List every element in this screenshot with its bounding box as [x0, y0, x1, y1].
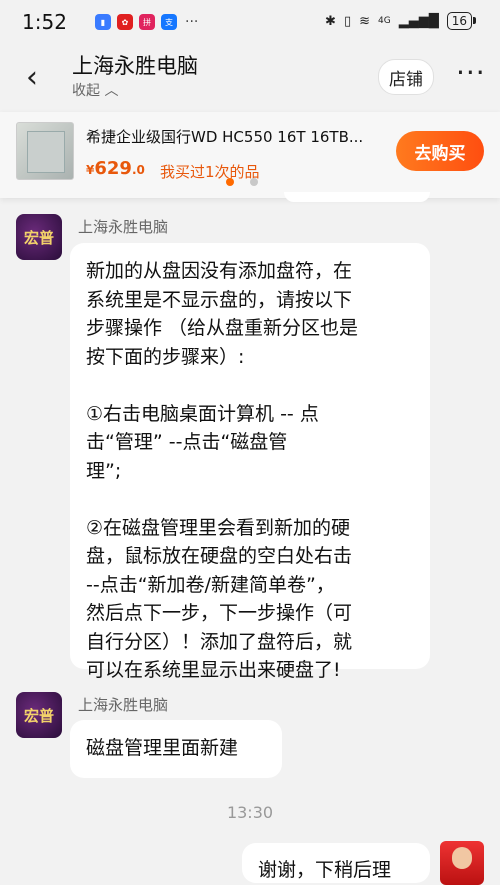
message-line	[86, 485, 414, 514]
message-sender: 上海永胜电脑	[78, 696, 169, 714]
message-timestamp: 13:30	[226, 803, 274, 822]
message-line: 磁盘管理里面新建	[86, 737, 239, 759]
shop-avatar[interactable]: 宏普	[16, 692, 62, 738]
my-message-bubble[interactable]: 谢谢，下稍后理	[242, 843, 430, 883]
message-line: 按下面的步骤来）:	[86, 345, 245, 368]
notification-icons: ▮ ✿ 拼 支 ···	[95, 14, 198, 30]
message-line: --点击“新加卷/新建简单卷”，	[86, 573, 335, 596]
message-line: 然后点下一步，下一步操作（可	[86, 602, 353, 624]
product-price: ¥629.0	[86, 158, 145, 179]
carousel-dots	[226, 178, 258, 186]
system-icons: ✱ ▯ ≋ 4G ▂▄▆█ 16	[325, 12, 477, 30]
huawei-app-icon: ✿	[117, 14, 133, 30]
shop-name: 上海永胜电脑	[72, 54, 198, 78]
buy-button[interactable]: 去购买	[396, 131, 484, 171]
message-line: 击“管理” --点击“磁盘管	[86, 431, 288, 453]
message-line: ②在磁盘管理里会看到新加的硬	[86, 516, 351, 539]
message-sender: 上海永胜电脑	[78, 218, 169, 236]
more-notifications-icon: ···	[185, 14, 199, 30]
shop-avatar[interactable]: 宏普	[16, 214, 62, 260]
chevron-up-icon: ︿	[104, 83, 119, 99]
voice-app-icon: ▮	[95, 14, 111, 30]
vibrate-icon: ▯	[343, 13, 352, 29]
collapse-label: 收起	[72, 83, 100, 99]
previous-message-bubble	[284, 192, 430, 202]
battery-indicator: 16	[446, 12, 477, 30]
signal-icon: ▂▄▆█	[398, 13, 439, 29]
alipay-app-icon: 支	[161, 14, 177, 30]
my-avatar[interactable]	[440, 841, 484, 885]
message-line: 新加的从盘因没有添加盘符，在	[86, 260, 353, 282]
message-bubble[interactable]: 磁盘管理里面新建	[70, 720, 282, 778]
chat-header: ‹ 上海永胜电脑 收起 ︿ 店铺 ···	[0, 46, 500, 108]
product-image[interactable]	[16, 122, 74, 180]
message-line: 步骤操作 （给从盘重新分区也是	[86, 317, 359, 339]
message-line: 盘，鼠标放在硬盘的空白处右击	[86, 545, 353, 567]
more-options-icon[interactable]: ···	[456, 56, 486, 89]
message-line: 可以在系统里显示出来硬盘了!	[86, 659, 341, 681]
product-card[interactable]: 希捷企业级国行WD HC550 16T 16TB... ¥629.0 我买过1次…	[0, 112, 500, 198]
message-line: 系统里是不显示盘的，请按以下	[86, 288, 353, 311]
status-bar: 1:52 ▮ ✿ 拼 支 ··· ✱ ▯ ≋ 4G ▂▄▆█ 16	[0, 0, 500, 46]
message-line: 自行分区）！添加了盘符后，就	[86, 630, 353, 653]
back-arrow-icon[interactable]: ‹	[26, 60, 38, 95]
carousel-dot[interactable]	[226, 178, 234, 186]
store-button[interactable]: 店铺	[378, 59, 434, 95]
price-integer: 629	[94, 158, 132, 179]
message-bubble[interactable]: 新加的从盘因没有添加盘符，在 系统里是不显示盘的，请按以下 步骤操作 （给从盘重…	[70, 243, 430, 681]
pinduoduo-app-icon: 拼	[139, 14, 155, 30]
bluetooth-icon: ✱	[325, 13, 336, 29]
message-line: 理”;	[86, 459, 122, 482]
product-name[interactable]: 希捷企业级国行WD HC550 16T 16TB...	[86, 126, 386, 147]
network-label: 4G	[378, 16, 391, 26]
wifi-icon: ≋	[359, 13, 371, 29]
collapse-toggle[interactable]: 收起 ︿	[72, 80, 118, 100]
carousel-dot[interactable]	[250, 178, 258, 186]
price-decimal: .0	[131, 163, 145, 177]
message-line	[86, 371, 414, 400]
message-line: ①右击电脑桌面计算机 -- 点	[86, 402, 319, 425]
status-time: 1:52	[22, 10, 67, 34]
